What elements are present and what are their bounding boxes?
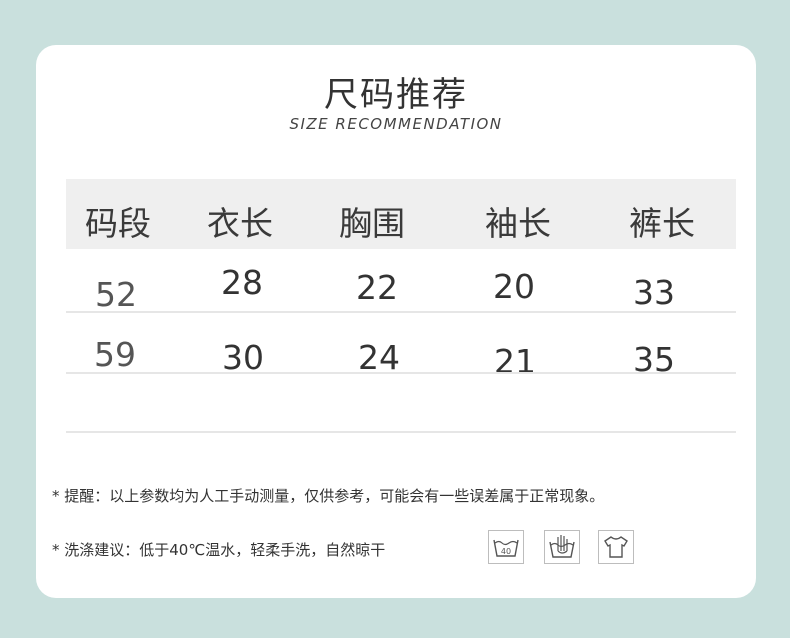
table-cell-sleeve: 21 bbox=[494, 342, 536, 381]
measurement-tip: * 提醒：以上参数均为人工手动测量，仅供参考，可能会有一些误差属于正常现象。 bbox=[52, 487, 605, 505]
header-sleeve-length: 袖长 bbox=[485, 204, 551, 243]
table-row-divider bbox=[66, 372, 736, 374]
header-garment-length: 衣长 bbox=[207, 204, 273, 243]
table-bottom-divider bbox=[66, 431, 736, 433]
table-cell-pants: 33 bbox=[633, 273, 675, 312]
hand-wash-icon bbox=[544, 530, 580, 564]
table-cell-length: 28 bbox=[221, 263, 263, 302]
page-subtitle: SIZE RECOMMENDATION bbox=[289, 115, 503, 133]
svg-text:40: 40 bbox=[501, 547, 511, 556]
header-chest: 胸围 bbox=[339, 204, 405, 243]
header-pants-length: 裤长 bbox=[629, 204, 695, 243]
table-cell-size: 59 bbox=[94, 335, 136, 374]
wash-40-icon: 40 bbox=[488, 530, 524, 564]
size-card: 尺码推荐 SIZE RECOMMENDATION 码段 衣长 胸围 袖长 裤长 … bbox=[36, 45, 756, 598]
table-cell-chest: 22 bbox=[356, 268, 398, 307]
table-cell-sleeve: 20 bbox=[493, 267, 535, 306]
table-row-divider bbox=[66, 311, 736, 313]
page-title: 尺码推荐 bbox=[324, 75, 468, 115]
table-cell-size: 52 bbox=[95, 275, 137, 314]
shirt-icon bbox=[598, 530, 634, 564]
header-size-range: 码段 bbox=[85, 204, 151, 243]
washing-advice: * 洗涤建议：低于40℃温水，轻柔手洗，自然晾干 bbox=[52, 541, 386, 559]
